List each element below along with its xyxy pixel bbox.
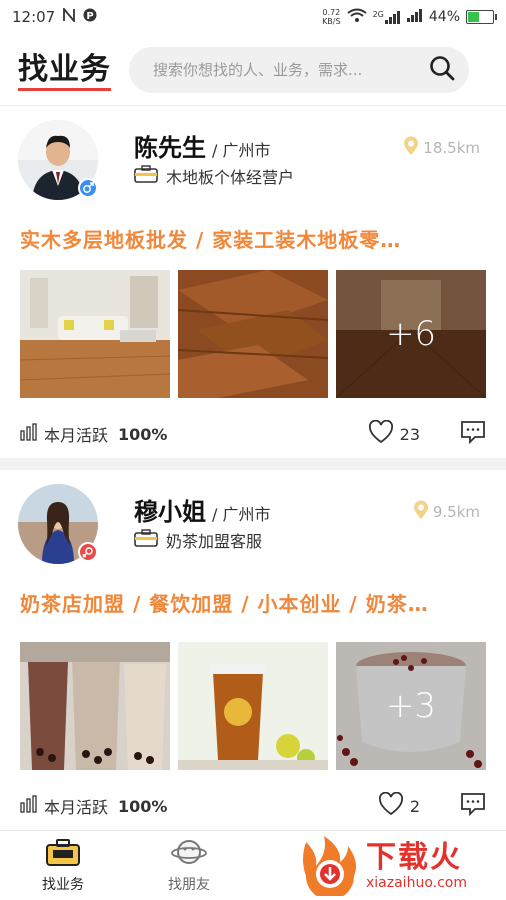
svg-text:P: P [87, 11, 94, 22]
notification-icon [63, 6, 76, 26]
photo-red-bean-milk-tea[interactable]: +3 [336, 642, 486, 770]
user-name[interactable]: 陈先生 [134, 128, 206, 163]
location-pin-icon [413, 500, 429, 524]
search-bar[interactable] [129, 46, 469, 93]
signal-icon-2 [406, 8, 423, 26]
photo-living-room[interactable] [20, 270, 170, 398]
name-row: 穆小姐 / 广州市 [134, 492, 270, 527]
name-row: 陈先生 / 广州市 [134, 128, 270, 163]
photo-bubble-tea[interactable] [20, 642, 170, 770]
wifi-icon [346, 8, 367, 26]
user-name[interactable]: 穆小姐 [134, 492, 206, 527]
card-separator [0, 458, 506, 470]
briefcase-tab-icon [45, 838, 81, 870]
app-logo: 找业务 [18, 51, 111, 91]
business-tags[interactable]: 奶茶店加盟 / 餐饮加盟 / 小本创业 / 奶茶… [20, 588, 486, 617]
net-speed: 0.72 KB/S [322, 8, 341, 26]
like-count: 23 [399, 424, 420, 444]
app-header: 找业务 [0, 34, 506, 106]
photo-lemon-tea[interactable] [178, 642, 328, 770]
planet-icon [171, 838, 207, 870]
search-icon[interactable] [429, 55, 455, 85]
photo-grid[interactable]: +6 [20, 270, 486, 398]
location-pin-icon [403, 136, 419, 160]
activity: 本月活跃 100% [20, 422, 167, 446]
card-footer: 本月活跃 100% 23 [20, 419, 486, 448]
user-card[interactable]: 陈先生 / 广州市 18.5km 木地板个体经营户 实木多层地板批发 / 家装工… [0, 106, 506, 458]
activity-bars-icon [20, 423, 38, 445]
battery-fill [468, 12, 479, 22]
business-tags[interactable]: 实木多层地板批发 / 家装工装木地板零… [20, 224, 486, 253]
job-row: 木地板个体经营户 [134, 164, 294, 188]
user-city: / 广州市 [212, 141, 271, 160]
photo-wood-planks[interactable] [178, 270, 328, 398]
comment-icon[interactable] [460, 420, 486, 448]
heart-icon[interactable] [378, 791, 404, 820]
more-photos-count[interactable]: +3 [336, 642, 486, 770]
female-icon [78, 542, 98, 562]
clock: 12:07 [12, 8, 56, 26]
user-card[interactable]: 穆小姐 / 广州市 9.5km 奶茶加盟客服 奶茶店加盟 / 餐饮加盟 / 小本… [0, 470, 506, 830]
battery-percent: 44% [428, 9, 460, 25]
briefcase-icon [134, 529, 158, 551]
activity-bars-icon [20, 795, 38, 817]
card-footer: 本月活跃 100% 2 [20, 791, 486, 820]
user-city: / 广州市 [212, 505, 271, 524]
job-row: 奶茶加盟客服 [134, 528, 262, 552]
watermark: 下载火 xiazaihuo.com [298, 832, 506, 900]
parking-icon: P [83, 8, 97, 26]
photo-grid[interactable]: +3 [20, 642, 486, 770]
male-icon [78, 178, 98, 198]
battery-icon [466, 10, 497, 24]
tab-find-business[interactable]: 找业务 [0, 831, 126, 900]
status-bar: 12:07 P 0.72 KB/S 2G 44% [0, 0, 506, 34]
job-title: 奶茶加盟客服 [166, 532, 263, 551]
like-count: 2 [409, 796, 420, 816]
search-input[interactable] [153, 60, 429, 79]
activity: 本月活跃 100% [20, 794, 167, 818]
comment-icon[interactable] [460, 792, 486, 820]
like-button[interactable]: 2 [378, 791, 420, 820]
flame-logo-icon [298, 832, 362, 900]
signal-icon: 2G [373, 10, 401, 24]
watermark-url: xiazaihuo.com [366, 875, 467, 891]
watermark-text: 下载火 [366, 840, 462, 875]
heart-icon[interactable] [368, 419, 394, 448]
briefcase-icon [134, 165, 158, 187]
job-title: 木地板个体经营户 [166, 168, 295, 187]
like-button[interactable]: 23 [368, 419, 420, 448]
tab-find-friends[interactable]: 找朋友 [126, 831, 252, 900]
photo-bedroom-floor[interactable]: +6 [336, 270, 486, 398]
distance: 9.5km [413, 500, 480, 524]
distance: 18.5km [403, 136, 480, 160]
more-photos-count[interactable]: +6 [336, 270, 486, 398]
